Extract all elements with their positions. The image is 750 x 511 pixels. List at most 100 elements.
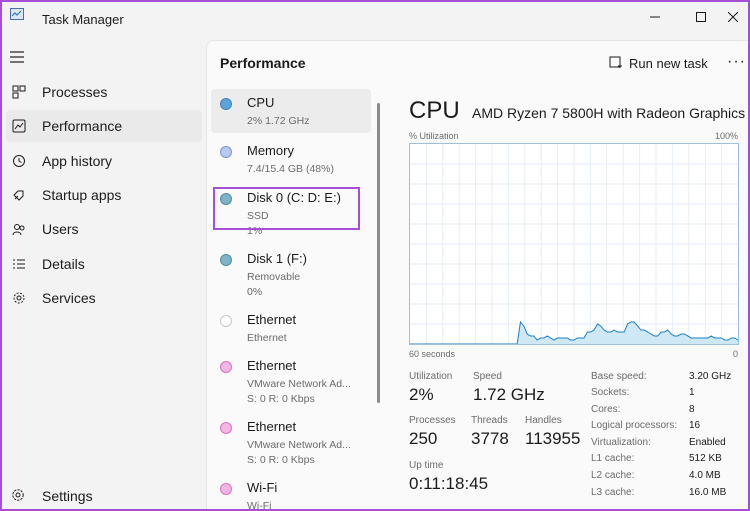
graph-y-max: 100% — [715, 131, 739, 141]
graph-grid — [410, 144, 738, 344]
detail-title: CPU — [409, 97, 460, 124]
spec-label: L2 cache: — [591, 470, 635, 481]
device-name: Disk 1 (F:) — [247, 251, 307, 266]
device-type: VMware Network Ad... — [247, 378, 351, 390]
spec-value: 3.20 GHz — [689, 371, 732, 382]
close-icon — [728, 12, 738, 22]
sidebar-item-performance[interactable]: Performance — [6, 110, 202, 142]
task-manager-window: Task Manager Processes Performance App h… — [0, 0, 750, 511]
page-title: Performance — [220, 55, 306, 71]
speed-value: 1.72 GHz — [473, 385, 545, 404]
threads-value: 3778 — [471, 429, 509, 448]
sidebar-item-processes[interactable]: Processes — [6, 76, 202, 108]
sidebar-item-label: Startup apps — [42, 187, 122, 203]
device-color-dot — [220, 361, 232, 373]
cpu-utilization-graph — [409, 143, 739, 345]
history-icon — [11, 153, 27, 169]
spec-value: 16 — [689, 420, 701, 431]
details-icon — [11, 256, 27, 272]
device-cpu[interactable]: CPU 2% 1.72 GHz — [211, 89, 371, 133]
graph-x-left: 60 seconds — [409, 349, 456, 359]
minimize-icon — [650, 16, 660, 18]
device-stat: S: 0 R: 0 Kbps — [247, 454, 315, 466]
spec-value: 512 KB — [689, 453, 722, 464]
device-stat: 7.4/15.4 GB (48%) — [247, 163, 334, 175]
device-stat: 2% 1.72 GHz — [247, 115, 310, 127]
performance-icon — [11, 118, 27, 134]
device-disk-1[interactable]: Disk 1 (F:) Removable 0% — [211, 245, 371, 305]
handles-value: 113955 — [525, 429, 581, 448]
device-name: Ethernet — [247, 312, 297, 327]
cpu-detail-pane: CPU AMD Ryzen 7 5800H with Radeon Graphi… — [373, 85, 748, 509]
sidebar-item-startup-apps[interactable]: Startup apps — [6, 179, 202, 211]
sidebar-item-label: App history — [42, 153, 113, 169]
device-type: Ethernet — [247, 332, 287, 344]
settings-label: Settings — [42, 488, 93, 504]
hamburger-menu-button[interactable] — [10, 50, 28, 66]
device-type: Wi-Fi — [247, 500, 272, 511]
device-color-dot — [220, 98, 232, 110]
device-memory[interactable]: Memory 7.4/15.4 GB (48%) — [211, 137, 371, 181]
sidebar-item-label: Details — [42, 256, 85, 272]
maximize-icon — [696, 12, 706, 22]
close-button[interactable] — [718, 2, 748, 32]
sidebar-item-app-history[interactable]: App history — [6, 145, 202, 177]
memory-highlight-box — [213, 187, 360, 230]
panel-header: Performance Run new task ··· — [207, 41, 748, 85]
sidebar-item-label: Users — [42, 221, 79, 237]
spec-label: L1 cache: — [591, 453, 635, 464]
spec-value: 1 — [689, 387, 695, 398]
processes-label: Processes — [409, 415, 456, 426]
processes-value: 250 — [409, 429, 438, 448]
device-type: VMware Network Ad... — [247, 439, 351, 451]
task-manager-app-icon — [10, 8, 24, 20]
window-title: Task Manager — [42, 12, 124, 27]
sidebar-item-label: Performance — [42, 118, 123, 134]
device-color-dot — [220, 483, 232, 495]
gear-icon — [11, 488, 27, 504]
title-bar: Task Manager — [2, 2, 748, 38]
device-stat: S: 0 R: 0 Kbps — [247, 393, 315, 405]
device-name: Wi-Fi — [247, 480, 278, 495]
device-ethernet-2[interactable]: Ethernet VMware Network Ad... S: 0 R: 0 … — [211, 352, 371, 412]
processes-icon — [11, 84, 27, 100]
users-icon — [11, 221, 27, 237]
device-ethernet-1[interactable]: Ethernet Ethernet — [211, 306, 371, 350]
graph-x-right: 0 — [733, 349, 739, 359]
uptime-label: Up time — [409, 460, 444, 471]
utilization-label: Utilization — [409, 371, 453, 382]
threads-label: Threads — [471, 415, 508, 426]
spec-label: Base speed: — [591, 371, 647, 382]
device-ethernet-3[interactable]: Ethernet VMware Network Ad... S: 0 R: 0 … — [211, 413, 371, 473]
utilization-value: 2% — [409, 385, 434, 404]
sidebar-item-details[interactable]: Details — [6, 248, 202, 280]
device-wifi[interactable]: Wi-Fi Wi-Fi — [211, 474, 371, 511]
spec-value: 8 — [689, 404, 695, 415]
graph-y-label: % Utilization — [409, 131, 459, 141]
sidebar-item-settings[interactable]: Settings — [6, 482, 202, 509]
sidebar-item-label: Services — [42, 290, 96, 306]
minimize-button[interactable] — [632, 2, 678, 32]
startup-icon — [11, 187, 27, 203]
services-icon — [11, 290, 27, 306]
cpu-model-name: AMD Ryzen 7 5800H with Radeon Graphics — [472, 105, 746, 121]
run-task-icon — [609, 56, 622, 68]
run-new-task-button[interactable]: Run new task — [609, 51, 708, 75]
spec-label: L3 cache: — [591, 487, 635, 498]
sidebar-item-users[interactable]: Users — [6, 213, 202, 245]
spec-label: Cores: — [591, 404, 621, 415]
spec-value: Enabled — [689, 437, 726, 448]
spec-value: 4.0 MB — [689, 470, 721, 481]
more-options-button[interactable]: ··· — [727, 53, 746, 71]
sidebar-item-label: Processes — [42, 84, 108, 100]
run-task-label: Run new task — [629, 55, 708, 71]
device-color-dot — [220, 146, 232, 158]
device-list: CPU 2% 1.72 GHz Memory 7.4/15.4 GB (48%)… — [207, 89, 373, 511]
device-name: Ethernet — [247, 358, 297, 373]
speed-label: Speed — [473, 371, 502, 382]
handles-label: Handles — [525, 415, 562, 426]
sidebar-item-services[interactable]: Services — [6, 282, 202, 314]
device-name: Ethernet — [247, 419, 297, 434]
spec-label: Logical processors: — [591, 420, 678, 431]
device-name: CPU — [247, 95, 275, 110]
